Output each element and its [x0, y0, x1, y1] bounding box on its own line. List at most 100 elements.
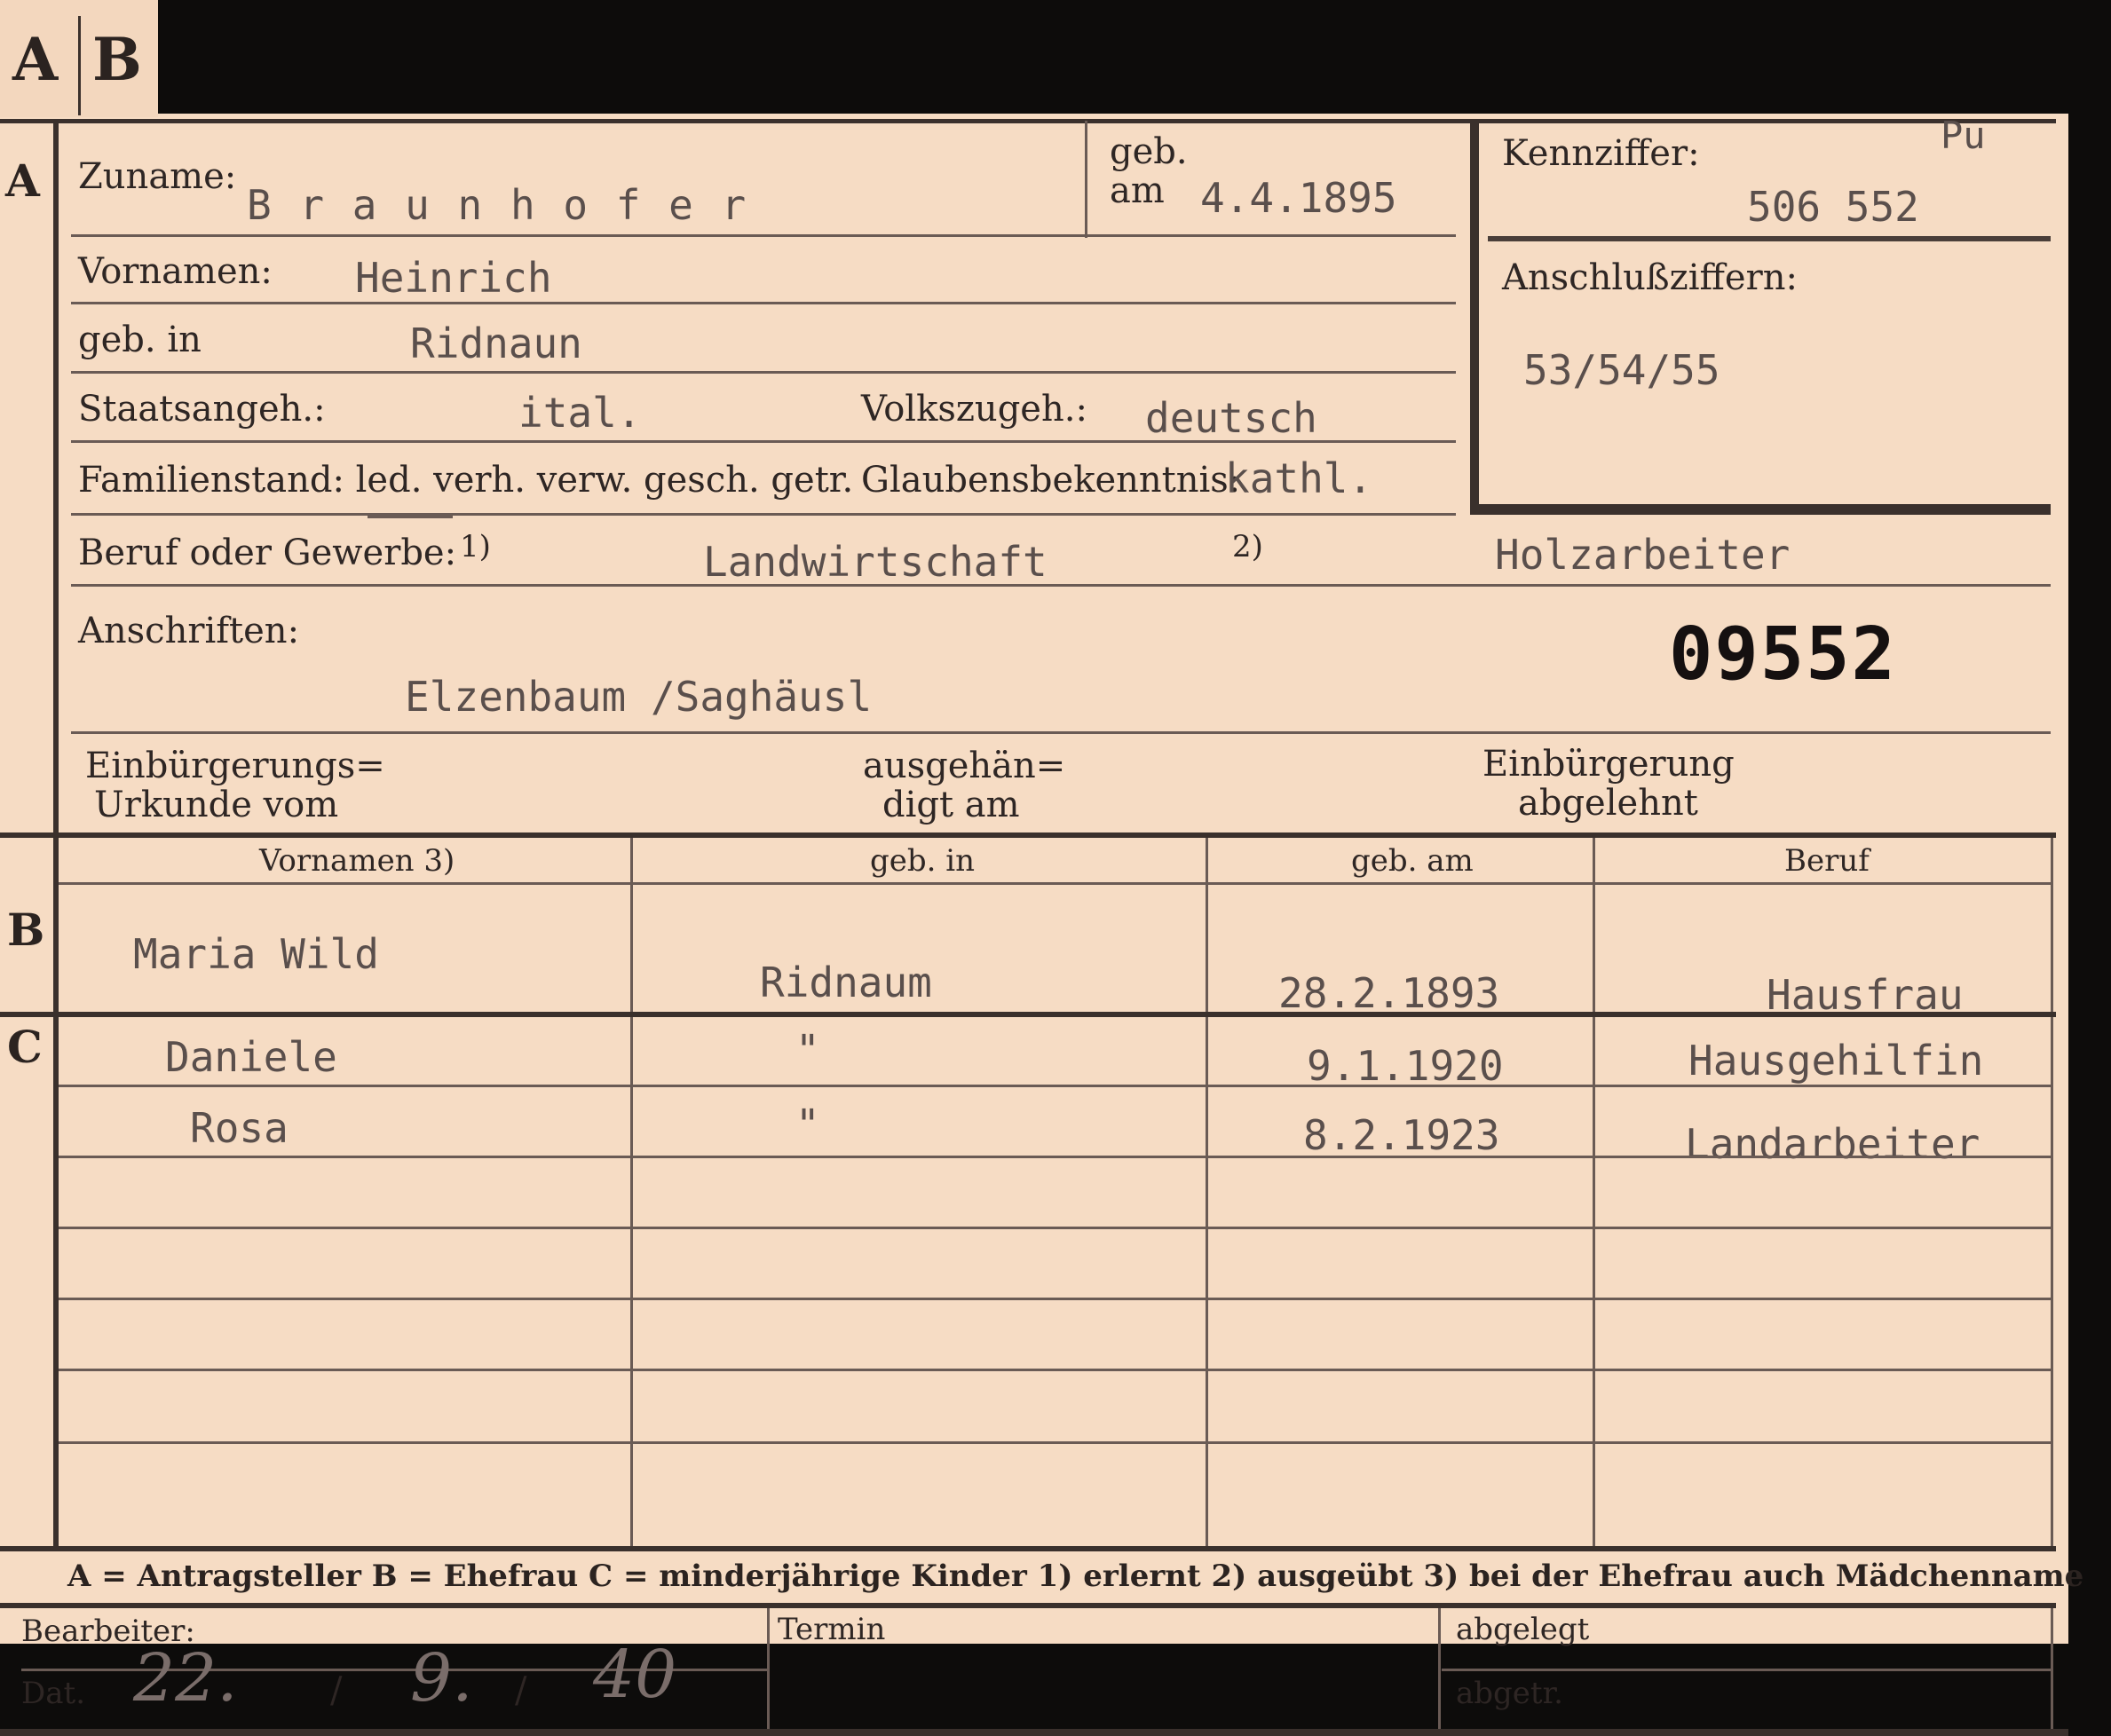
child-row-line-2: [59, 1156, 2051, 1158]
linked-value: 53/54/55: [1523, 346, 1720, 394]
date-label: Dat.: [21, 1676, 86, 1711]
code-value: 506 552: [1747, 183, 1919, 231]
col-header-birth-place: geb. in: [870, 843, 976, 879]
section-a-left-border: [53, 119, 59, 834]
tab-b: B: [92, 25, 142, 94]
occupation-learned-value: Landwirtschaft: [703, 538, 1048, 586]
rejected-label-2: abgelehnt: [1518, 783, 1698, 824]
child-1-birth-date: 9.1.1920: [1307, 1042, 1504, 1090]
table-col-divider-1: [630, 838, 633, 1546]
date-separator-1: /: [330, 1670, 343, 1711]
child-2-birth-date: 8.2.1923: [1303, 1111, 1500, 1159]
row-line-4: [71, 440, 1456, 443]
child-1-occupation: Hausgehilfin: [1688, 1037, 1984, 1085]
child-row-line-6: [59, 1441, 2051, 1444]
legend-text: A = Antragsteller B = Ehefrau C = minder…: [67, 1558, 2084, 1594]
born-on-label-2: am: [1110, 170, 1165, 211]
section-b-top-border: [0, 832, 2056, 838]
col-header-names: Vornamen 3): [259, 843, 455, 879]
surname-value: B r a u n h o f e r: [247, 181, 748, 229]
code-divider: [1488, 236, 2051, 241]
date-separator-2: /: [515, 1670, 527, 1711]
child-2-name: Rosa: [190, 1104, 289, 1152]
child-1-name: Daniele: [165, 1033, 337, 1081]
footer-line-right: [1442, 1669, 2051, 1671]
born-on-label-1: geb.: [1110, 131, 1188, 172]
address-value: Elzenbaum /Saghäusl: [405, 673, 873, 721]
section-c-top-border: [0, 1012, 2056, 1017]
ethnicity-value: deutsch: [1145, 394, 1317, 442]
linked-label: Anschlußziffern:: [1502, 257, 1798, 298]
born-in-label: geb. in: [78, 320, 202, 360]
index-tab: A B: [0, 0, 158, 117]
religion-value: kathl.: [1225, 454, 1373, 502]
footnote-2-marker: 2): [1232, 529, 1263, 564]
footer-divider-1: [767, 1608, 770, 1732]
table-col-divider-3: [1593, 838, 1595, 1546]
code-label: Kennziffer:: [1502, 133, 1700, 174]
birth-date-divider: [1085, 121, 1087, 238]
child-row-line-1: [59, 1085, 2051, 1087]
section-c-marker: C: [7, 1021, 43, 1073]
col-header-occupation: Beruf: [1784, 843, 1870, 879]
table-right-border: [2051, 838, 2053, 1548]
row-line-2: [71, 302, 1456, 304]
table-col-divider-2: [1206, 838, 1208, 1546]
occupation-practiced-value: Holzarbeiter: [1495, 531, 1791, 579]
code-box-bottom: [1470, 504, 2051, 515]
footer-divider-2: [1438, 1608, 1441, 1732]
wife-birth-place: Ridnaum: [760, 959, 932, 1006]
row-line-6: [71, 584, 2051, 587]
wife-name: Maria Wild: [133, 930, 379, 978]
occupation-label: Beruf oder Gewerbe:: [78, 533, 457, 573]
row-line-5: [71, 513, 1456, 516]
child-row-line-4: [59, 1298, 2051, 1300]
surname-label: Zuname:: [78, 156, 237, 197]
row-line-3: [71, 371, 1456, 374]
section-b-marker: B: [7, 904, 45, 956]
deadline-label: Termin: [778, 1612, 886, 1647]
card-bottom-border: [0, 1729, 2068, 1736]
first-names-value: Heinrich: [355, 254, 552, 302]
citizenship-label: Staatsangeh.:: [78, 389, 326, 430]
footnote-1-marker: 1): [460, 529, 491, 564]
legend-top-border: [0, 1546, 2056, 1551]
birth-place-value: Ridnaun: [410, 320, 582, 367]
tab-divider: [78, 16, 81, 115]
registration-card: A Zuname: B r a u n h o f e r geb. am 4.…: [0, 114, 2083, 1736]
stamp-number: 09552: [1669, 612, 1897, 697]
tab-a: A: [12, 25, 59, 94]
code-note: Pu: [1941, 114, 1986, 157]
removed-label: abgetr.: [1456, 1676, 1563, 1711]
header-row-line: [59, 882, 2051, 885]
child-row-line-5: [59, 1369, 2051, 1371]
row-line-7: [71, 731, 2051, 734]
citizenship-value: ital.: [518, 389, 642, 437]
birth-date-value: 4.4.1895: [1200, 174, 1397, 222]
wife-birth-date: 28.2.1893: [1278, 969, 1500, 1017]
child-2-birth-place: ": [795, 1101, 820, 1148]
handed-over-label-1: ausgehän=: [863, 746, 1066, 786]
child-1-birth-place: ": [795, 1026, 820, 1074]
marital-status-label: Familienstand: led. verh. verw. gesch. g…: [78, 460, 854, 501]
date-year-handwritten: 40: [593, 1637, 677, 1713]
filed-label: abgelegt: [1456, 1612, 1590, 1647]
religion-label: Glaubensbekenntnis:: [861, 460, 1241, 501]
rejected-label-1: Einbürgerung: [1482, 744, 1735, 785]
row-line-1: [71, 234, 1456, 237]
section-a-marker: A: [5, 154, 40, 207]
handed-over-label-2: digt am: [882, 785, 1020, 825]
date-day-handwritten: 22.: [133, 1640, 238, 1716]
child-2-occupation: Landarbeiter: [1685, 1120, 1981, 1168]
naturalization-label-1: Einbürgerungs=: [85, 746, 385, 786]
naturalization-label-2: Urkunde vom: [94, 785, 339, 825]
footer-right-border: [2051, 1608, 2053, 1732]
code-box: [1470, 119, 2051, 513]
legend-bottom-border: [0, 1603, 2056, 1608]
first-names-label: Vornamen:: [78, 251, 273, 292]
ethnicity-label: Volkszugeh.:: [861, 389, 1087, 430]
child-row-line-3: [59, 1227, 2051, 1229]
addresses-label: Anschriften:: [78, 611, 300, 651]
col-header-birth-date: geb. am: [1351, 843, 1474, 879]
date-month-handwritten: 9.: [410, 1640, 473, 1716]
